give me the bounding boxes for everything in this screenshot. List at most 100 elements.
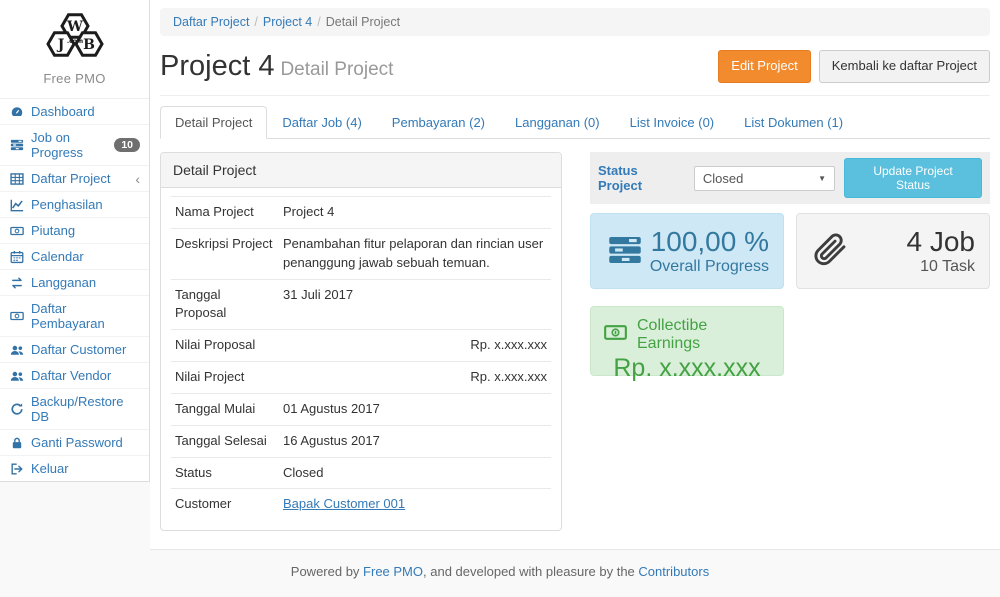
detail-row-tanggal-selesai: Tanggal Selesai16 Agustus 2017: [171, 425, 551, 457]
page-title: Project 4Detail Project: [160, 50, 393, 83]
update-project-status-button[interactable]: Update Project Status: [844, 158, 982, 198]
detail-row-value: 01 Agustus 2017: [279, 393, 551, 425]
progress-caption: Overall Progress: [650, 258, 769, 276]
detail-row-label: Status: [171, 457, 279, 489]
tab-label[interactable]: List Dokumen (1): [729, 106, 858, 139]
customer-link[interactable]: Bapak Customer 001: [283, 496, 405, 511]
footer: Powered by Free PMO, and developed with …: [0, 550, 1000, 597]
detail-row-label: Deskripsi Project: [171, 228, 279, 279]
tab-langganan-0[interactable]: Langganan (0): [500, 106, 615, 138]
breadcrumb-item-project-4[interactable]: Project 4: [263, 15, 312, 29]
tab-detail-project[interactable]: Detail Project: [160, 106, 267, 138]
task-count-value: 10 Task: [907, 258, 976, 276]
money-icon: [603, 323, 628, 347]
detail-project-panel: Detail Project Nama ProjectProject 4Desk…: [160, 152, 562, 531]
edit-project-button[interactable]: Edit Project: [718, 50, 810, 82]
overall-progress-card: 100,00 % Overall Progress: [590, 213, 784, 289]
sidebar-item-piutang[interactable]: Piutang: [0, 217, 149, 243]
detail-row-label: Tanggal Proposal: [171, 279, 279, 330]
back-to-project-list-button[interactable]: Kembali ke daftar Project: [819, 50, 990, 82]
table-icon: [9, 171, 24, 186]
sidebar-item-daftar-project[interactable]: Daftar Project‹: [0, 165, 149, 191]
detail-row-label: Nilai Proposal: [171, 330, 279, 362]
status-select[interactable]: Closed ▼: [694, 166, 835, 191]
detail-row-label: Tanggal Mulai: [171, 393, 279, 425]
paperclip-icon: [811, 232, 849, 271]
sidebar-item-dashboard[interactable]: Dashboard: [0, 99, 149, 124]
sidebar-item-daftar-pembayaran[interactable]: Daftar Pembayaran: [0, 295, 149, 336]
detail-row-status: StatusClosed: [171, 457, 551, 489]
sidebar-item-label: Ganti Password: [31, 435, 123, 450]
content-row: Detail Project Nama ProjectProject 4Desk…: [160, 152, 990, 531]
line-chart-icon: [9, 197, 24, 212]
header-buttons: Edit Project Kembali ke daftar Project: [718, 50, 990, 82]
detail-row-label: Tanggal Selesai: [171, 425, 279, 457]
footer-text-prefix: Powered by: [291, 564, 363, 579]
footer-text-middle: , and developed with pleasure by the: [423, 564, 638, 579]
job-count-badge: 10: [114, 138, 140, 153]
tab-bar: Detail ProjectDaftar Job (4)Pembayaran (…: [160, 106, 990, 139]
detail-row-tanggal-proposal: Tanggal Proposal31 Juli 2017: [171, 279, 551, 330]
sidebar-item-label: Daftar Pembayaran: [31, 301, 140, 331]
detail-row-label: Nilai Project: [171, 362, 279, 394]
brand: W J B .com Free PMO: [0, 0, 149, 99]
tab-list-dokumen-1[interactable]: List Dokumen (1): [729, 106, 858, 138]
status-select-value: Closed: [703, 171, 743, 186]
tab-label[interactable]: Detail Project: [160, 106, 267, 139]
sidebar-item-label: Backup/Restore DB: [31, 394, 140, 424]
chevron-left-icon: ‹: [135, 172, 140, 186]
detail-row-label: Nama Project: [171, 197, 279, 229]
summary-cards-row: 100,00 % Overall Progress 4 Job 10 Ta: [590, 213, 990, 289]
tab-pembayaran-2[interactable]: Pembayaran (2): [377, 106, 500, 138]
sidebar-item-backup-restore-db[interactable]: Backup/Restore DB: [0, 388, 149, 429]
job-count-value: 4 Job: [907, 226, 976, 258]
users-icon: [9, 368, 24, 383]
svg-text:.com: .com: [66, 38, 82, 45]
tab-label[interactable]: Langganan (0): [500, 106, 615, 139]
sidebar-item-daftar-customer[interactable]: Daftar Customer: [0, 336, 149, 362]
sidebar-menu: Dashboard Job on Progress 10 Daftar Project…: [0, 99, 149, 481]
svg-text:J: J: [55, 37, 64, 53]
page: W J B .com Free PMO Dashboard Job on Prog…: [0, 0, 1000, 550]
right-column: Status Project Closed ▼ Update Project S…: [590, 152, 990, 376]
sidebar-item-calendar[interactable]: Calendar: [0, 243, 149, 269]
sidebar-item-label: Job on Progress: [31, 130, 107, 160]
sign-out-icon: [9, 461, 24, 476]
tab-label[interactable]: Pembayaran (2): [377, 106, 500, 139]
footer-contributors-link[interactable]: Contributors: [638, 564, 709, 579]
svg-text:B: B: [83, 37, 95, 53]
detail-row-tanggal-mulai: Tanggal Mulai01 Agustus 2017: [171, 393, 551, 425]
tab-label[interactable]: Daftar Job (4): [267, 106, 376, 139]
svg-text:W: W: [66, 19, 83, 35]
detail-row-nilai-project: Nilai ProjectRp. x.xxx.xxx: [171, 362, 551, 394]
tab-daftar-job-4[interactable]: Daftar Job (4): [267, 106, 376, 138]
status-project-bar: Status Project Closed ▼ Update Project S…: [590, 152, 990, 204]
job-count-card: 4 Job 10 Task: [796, 213, 990, 289]
sidebar-item-penghasilan[interactable]: Penghasilan: [0, 191, 149, 217]
earnings-header: Collectibe Earnings: [603, 317, 771, 353]
detail-row-value: Penambahan fitur pelaporan dan rincian u…: [279, 228, 551, 279]
sidebar-item-langganan[interactable]: Langganan: [0, 269, 149, 295]
breadcrumb-item-daftar-project[interactable]: Daftar Project: [173, 15, 249, 29]
sidebar-item-keluar[interactable]: Keluar: [0, 455, 149, 481]
brand-name: Free PMO: [0, 71, 149, 86]
footer-freepmo-link[interactable]: Free PMO: [363, 564, 423, 579]
sidebar-item-job-on-progress[interactable]: Job on Progress 10: [0, 124, 149, 165]
detail-row-nama-project: Nama ProjectProject 4: [171, 197, 551, 229]
tasks-icon: [9, 138, 24, 153]
calendar-icon: [9, 249, 24, 264]
tab-list-invoice-0[interactable]: List Invoice (0): [615, 106, 730, 138]
exchange-icon: [9, 275, 24, 290]
breadcrumb: Daftar Project/Project 4/Detail Project: [160, 8, 990, 36]
tab-label[interactable]: List Invoice (0): [615, 106, 730, 139]
sidebar-item-label: Calendar: [31, 249, 84, 264]
sidebar-item-ganti-password[interactable]: Ganti Password: [0, 429, 149, 455]
detail-row-value: Rp. x.xxx.xxx: [279, 362, 551, 394]
earnings-value: Rp. x.xxx.xxx: [603, 354, 771, 383]
sidebar-item-daftar-vendor[interactable]: Daftar Vendor: [0, 362, 149, 388]
sidebar-item-label: Piutang: [31, 223, 75, 238]
main-content: Daftar Project/Project 4/Detail Project …: [150, 0, 1000, 550]
sidebar-item-label: Dashboard: [31, 104, 95, 119]
progress-card-text: 100,00 % Overall Progress: [650, 226, 769, 276]
refresh-icon: [9, 402, 24, 417]
